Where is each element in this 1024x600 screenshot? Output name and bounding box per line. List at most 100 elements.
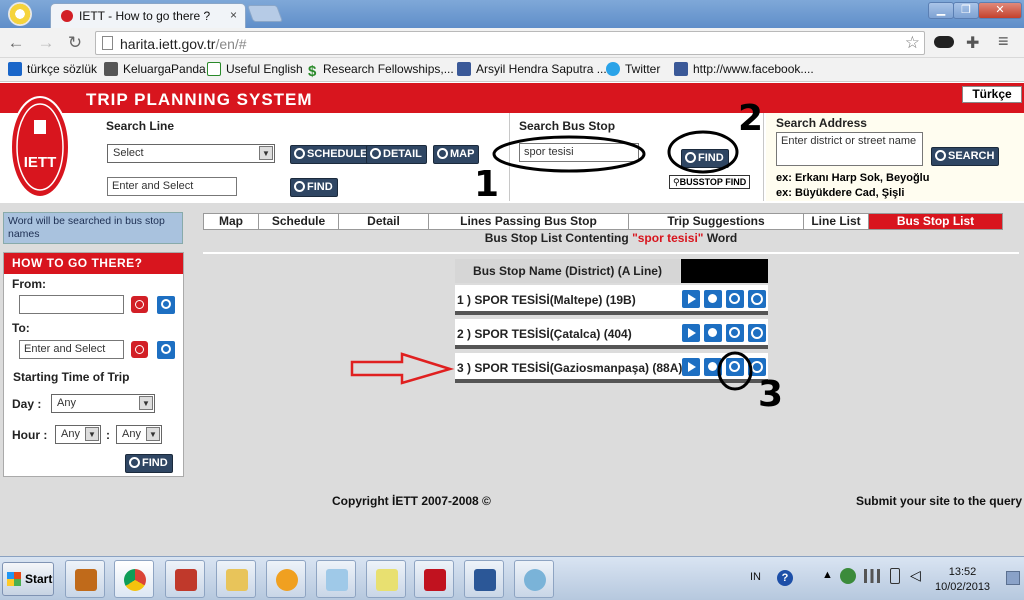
actions-header (681, 259, 768, 283)
signal-icon[interactable] (864, 569, 880, 583)
volume-icon[interactable]: ◁ (910, 567, 921, 584)
start-button[interactable]: Start (2, 562, 54, 596)
bookmark-item[interactable]: Twitter (606, 62, 660, 76)
line-select[interactable]: Select ▼ (107, 144, 275, 163)
tab-line-list[interactable]: Line List (804, 214, 869, 229)
map-pin-icon[interactable] (131, 341, 148, 358)
language-button[interactable]: Türkçe (962, 86, 1022, 103)
schedule-button[interactable]: SCHEDULE (290, 145, 373, 164)
from-input[interactable] (19, 295, 124, 314)
trip-find-button[interactable]: FIND (125, 454, 173, 473)
hour-select[interactable]: Any ▼ (55, 425, 101, 444)
bus-stop-name: 3 ) SPOR TESİSİ(Gaziosmanpaşa) (88A) (457, 361, 683, 375)
from-label: From: (12, 277, 46, 291)
battery-icon[interactable] (890, 568, 900, 584)
reload-icon[interactable]: ↻ (64, 33, 86, 53)
sun-taskbar-icon[interactable] (266, 560, 306, 598)
tab-detail[interactable]: Detail (339, 214, 429, 229)
browser-titlebar: IETT - How to go there ? × ▁ ❐ ✕ (0, 0, 1024, 28)
detail-button[interactable]: DETAIL (366, 145, 427, 164)
bookmark-star-icon[interactable]: ☆ (905, 33, 920, 53)
results-title: Bus Stop List Contenting "spor tesisi" W… (484, 231, 738, 245)
minute-select[interactable]: Any ▼ (116, 425, 162, 444)
bookmark-item[interactable]: türkçe sözlük (8, 62, 97, 76)
stop-find-button[interactable]: FIND (681, 149, 729, 168)
stop-marker-icon[interactable] (704, 358, 722, 376)
tab-map[interactable]: Map (204, 214, 259, 229)
chrome-taskbar-icon[interactable] (114, 560, 154, 598)
stop-marker-icon[interactable] (704, 324, 722, 342)
restore-button[interactable]: ❐ (953, 2, 979, 19)
annotation-number: 2 (738, 98, 764, 139)
map-button[interactable]: MAP (433, 145, 480, 164)
bookmark-item[interactable]: http://www.facebook.... (674, 62, 814, 76)
chevron-down-icon: ▼ (139, 396, 153, 410)
word-doc-taskbar-icon[interactable] (464, 560, 504, 598)
bookmark-item[interactable]: Arsyil Hendra Saputra ... (457, 62, 607, 76)
menu-wrench-icon[interactable]: ≡ (998, 31, 1009, 52)
explorer-taskbar-icon[interactable] (216, 560, 256, 598)
page-footer: Copyright İETT 2007-2008 © Submit your s… (0, 490, 1024, 556)
chevron-down-icon: ▼ (146, 427, 160, 441)
tab-trip-suggestions[interactable]: Trip Suggestions (629, 214, 804, 229)
stop-marker-icon[interactable] (704, 290, 722, 308)
bookmarks-bar: türkçe sözlük KeluargaPanda Useful Engli… (0, 58, 1024, 82)
acrobat-taskbar-icon[interactable] (414, 560, 454, 598)
browser-tab[interactable]: IETT - How to go there ? × (50, 3, 246, 28)
results-query: "spor tesisi" (632, 231, 704, 245)
tab-close-icon[interactable]: × (230, 8, 237, 22)
line-find-button[interactable]: FIND (290, 178, 338, 197)
back-arrow-icon[interactable]: ← (5, 33, 27, 53)
forward-arrow-icon[interactable]: → (35, 33, 57, 53)
dollar-icon: $ (308, 63, 317, 80)
sticky-notes-taskbar-icon[interactable] (366, 560, 406, 598)
magnifier-icon[interactable] (726, 290, 744, 308)
help-icon[interactable]: ? (777, 570, 793, 586)
search-icon[interactable] (157, 341, 175, 359)
address-search-button[interactable]: SEARCH (931, 147, 1000, 166)
stop-search-input[interactable]: spor tesisi (519, 143, 639, 162)
facebook-icon (457, 62, 471, 76)
magnifier-icon[interactable] (726, 358, 744, 376)
day-select[interactable]: Any ▼ (51, 394, 155, 413)
paint-taskbar-icon[interactable] (514, 560, 554, 598)
globe-icon[interactable] (748, 324, 766, 342)
close-window-button[interactable]: ✕ (978, 2, 1022, 19)
play-icon[interactable] (682, 358, 700, 376)
book-taskbar-icon[interactable] (165, 560, 205, 598)
bookmark-item[interactable]: Useful English (207, 62, 303, 76)
busstop-find-button[interactable]: ⚲BUSSTOP FIND (669, 175, 751, 189)
network-globe-icon[interactable] (840, 568, 856, 584)
play-icon[interactable] (682, 324, 700, 342)
search-address-title: Search Address (776, 116, 867, 130)
tab-bus-stop-list[interactable]: Bus Stop List (869, 214, 1002, 229)
bookmark-item[interactable]: $ Research Fellowships,... (308, 62, 454, 80)
language-indicator[interactable]: IN (750, 571, 761, 583)
show-hidden-icons-icon[interactable]: ▲ (822, 569, 833, 581)
to-input[interactable]: Enter and Select (19, 340, 124, 359)
search-icon[interactable] (157, 296, 175, 314)
globe-icon[interactable] (748, 290, 766, 308)
new-tab-button[interactable] (246, 5, 284, 22)
show-desktop-button[interactable] (1006, 571, 1020, 585)
submit-site-link[interactable]: Submit your site to the query (856, 494, 1022, 508)
tab-schedule[interactable]: Schedule (259, 214, 339, 229)
address-bar[interactable]: harita.iett.gov.tr/en/# ☆ (95, 31, 925, 55)
search-stop-title: Search Bus Stop (519, 119, 616, 133)
annotation-number: 1 (474, 164, 500, 205)
map-pin-icon[interactable] (131, 296, 148, 313)
magnifier-icon: ⚲ (673, 177, 680, 187)
address-input[interactable]: Enter district or street name (776, 132, 923, 166)
play-icon[interactable] (682, 290, 700, 308)
bookmark-item[interactable]: KeluargaPanda (104, 62, 206, 76)
minimize-button[interactable]: ▁ (928, 2, 954, 19)
word-taskbar-icon[interactable] (65, 560, 105, 598)
clock[interactable]: 13:52 10/02/2013 (935, 565, 990, 595)
url-host: harita.iett.gov.tr (120, 36, 216, 52)
notepad-taskbar-icon[interactable] (316, 560, 356, 598)
incognito-icon[interactable] (934, 36, 954, 48)
line-input[interactable]: Enter and Select (107, 177, 237, 196)
extension-puzzle-icon[interactable]: ✚ (966, 33, 979, 53)
tab-lines-passing[interactable]: Lines Passing Bus Stop (429, 214, 629, 229)
magnifier-icon[interactable] (726, 324, 744, 342)
